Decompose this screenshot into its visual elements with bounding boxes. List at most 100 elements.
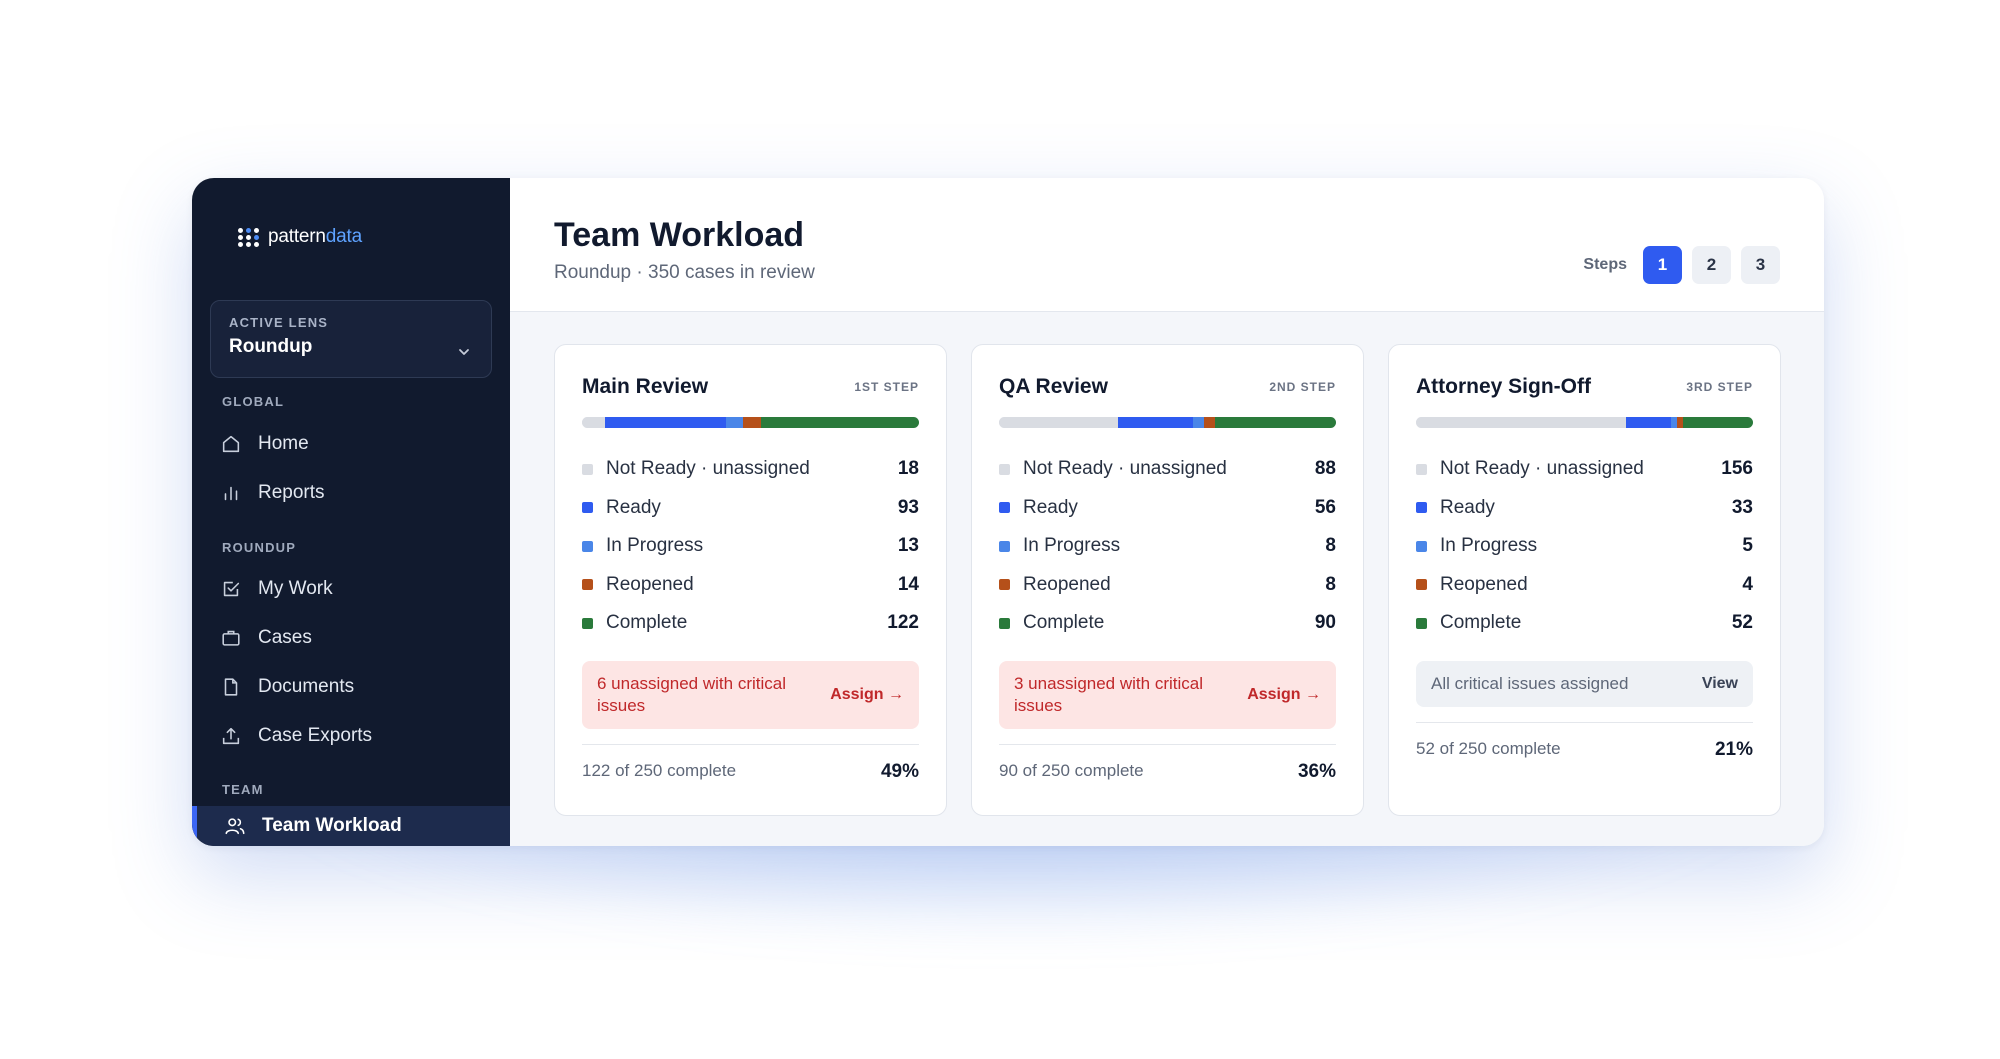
- chevron-down-icon: [459, 349, 469, 355]
- bar-segment-ready: [1117, 417, 1194, 428]
- workload-card-1: Main Review 1ST STEP Not Ready · unassig…: [554, 344, 947, 816]
- status-count: 33: [1731, 496, 1753, 518]
- assign-button[interactable]: Assign →: [1247, 686, 1321, 704]
- status-count: 56: [1314, 496, 1336, 518]
- workload-card-2: QA Review 2ND STEP Not Ready · unassigne…: [971, 344, 1364, 816]
- workload-cards: Main Review 1ST STEP Not Ready · unassig…: [554, 344, 1781, 816]
- card-title: Attorney Sign-Off: [1416, 375, 1591, 398]
- sidebar-item-cases[interactable]: Cases: [220, 618, 312, 658]
- status-label: In Progress: [606, 535, 704, 557]
- status-dot-icon: [582, 502, 593, 514]
- section-label-roundup: ROUNDUP: [222, 540, 297, 555]
- bar-segment-not-ready: [582, 417, 606, 428]
- status-count: 4: [1742, 573, 1753, 595]
- status-row-ready: Ready 56: [999, 489, 1336, 528]
- home-icon: [222, 435, 240, 453]
- sidebar-item-team-workload-inner: Team Workload: [224, 806, 402, 846]
- section-label-global: GLOBAL: [222, 394, 285, 409]
- status-dot-icon: [582, 540, 593, 552]
- sidebar-item-label: Reports: [258, 482, 325, 503]
- status-dot-icon: [999, 617, 1010, 629]
- logo-mark-icon: [238, 227, 260, 247]
- card-footer: 122 of 250 complete 49%: [582, 743, 919, 783]
- sidebar-item-label: My Work: [258, 578, 333, 599]
- briefcase-icon: [222, 630, 240, 646]
- status-count: 8: [1325, 573, 1336, 595]
- card-footer: 52 of 250 complete 21%: [1416, 721, 1753, 761]
- step-1-button[interactable]: 1: [1643, 246, 1682, 284]
- status-row-complete: Complete 52: [1416, 604, 1753, 643]
- critical-issues-alert: 6 unassigned with critical issues Assign …: [582, 660, 919, 729]
- active-lens-selector[interactable]: ACTIVE LENS Roundup: [210, 300, 492, 378]
- active-lens-value: Roundup: [229, 336, 313, 357]
- status-label: Ready: [1023, 496, 1078, 518]
- status-label: In Progress: [1023, 535, 1121, 557]
- status-label: Complete: [1440, 612, 1522, 634]
- sidebar-item-documents[interactable]: Documents: [220, 667, 354, 707]
- view-button[interactable]: View: [1702, 675, 1738, 693]
- bar-segment-ready: [1626, 417, 1671, 428]
- bar-segment-ready: [605, 417, 726, 428]
- status-row-complete: Complete 122: [582, 604, 919, 643]
- status-dot-icon: [582, 617, 593, 629]
- logo[interactable]: patterndata: [238, 226, 362, 248]
- status-label: In Progress: [1440, 535, 1538, 557]
- bar-segment-not-ready: [999, 417, 1118, 428]
- notice-text: All critical issues assigned: [1431, 673, 1629, 693]
- status-row-reopened: Reopened 14: [582, 566, 919, 605]
- sidebar-item-reports[interactable]: Reports: [220, 473, 325, 513]
- status-label: Not Ready · unassigned: [1023, 458, 1227, 480]
- page-title: Team Workload: [554, 216, 805, 254]
- status-label: Complete: [606, 612, 688, 634]
- sidebar-item-my-work[interactable]: My Work: [220, 569, 333, 609]
- status-label: Reopened: [1023, 573, 1111, 595]
- sidebar-item-label: Documents: [258, 676, 355, 697]
- bar-chart-icon: [224, 486, 238, 501]
- card-title: Main Review: [582, 375, 709, 398]
- complete-percent: 21%: [1714, 738, 1753, 760]
- status-count: 18: [897, 458, 919, 480]
- upload-icon: [222, 727, 240, 745]
- page-header: Team Workload Roundup · 350 cases in rev…: [510, 178, 1824, 312]
- complete-count-text: 90 of 250 complete: [999, 760, 1144, 780]
- status-row-reopened: Reopened 4: [1416, 566, 1753, 605]
- sidebar-item-label: Home: [258, 433, 309, 454]
- bar-segment-reopened: [1203, 417, 1215, 428]
- bar-segment-complete: [1682, 417, 1753, 428]
- complete-percent: 49%: [880, 760, 919, 782]
- sidebar-item-home[interactable]: Home: [220, 424, 309, 464]
- bar-segment-reopened: [742, 417, 761, 428]
- status-dot-icon: [582, 579, 593, 591]
- status-dot-icon: [1416, 502, 1427, 514]
- status-dot-icon: [1416, 617, 1427, 629]
- step-3-button[interactable]: 3: [1741, 246, 1780, 284]
- section-label-team: TEAM: [222, 782, 264, 797]
- sidebar-item-label: Team Workload: [262, 815, 402, 836]
- status-count: 90: [1314, 612, 1336, 634]
- status-label: Ready: [1440, 496, 1495, 518]
- sidebar-item-case-exports[interactable]: Case Exports: [220, 716, 372, 756]
- notice-text: 3 unassigned with critical issues: [1014, 673, 1203, 715]
- status-count: 88: [1314, 458, 1336, 480]
- status-row-ready: Ready 33: [1416, 489, 1753, 528]
- complete-count-text: 52 of 250 complete: [1416, 738, 1561, 758]
- status-row-not-ready: Not Ready · unassigned 88: [999, 450, 1336, 489]
- complete-percent: 36%: [1297, 760, 1336, 782]
- status-label: Ready: [606, 496, 661, 518]
- sidebar-item-team-workload[interactable]: Team Workload: [192, 806, 510, 846]
- assign-button[interactable]: Assign →: [830, 686, 904, 704]
- status-row-reopened: Reopened 8: [999, 566, 1336, 605]
- status-count: 8: [1325, 535, 1336, 557]
- bar-segment-complete: [1214, 417, 1336, 428]
- status-label: Not Ready · unassigned: [1440, 458, 1644, 480]
- status-dot-icon: [999, 540, 1010, 552]
- status-dot-icon: [1416, 463, 1427, 475]
- status-row-in-progress: In Progress 8: [999, 527, 1336, 566]
- workload-card-3: Attorney Sign-Off 3RD STEP Not Ready · u…: [1388, 344, 1781, 816]
- notice-text: 6 unassigned with critical issues: [597, 673, 786, 715]
- status-count: 122: [887, 612, 919, 634]
- main-content: Team Workload Roundup · 350 cases in rev…: [510, 178, 1824, 846]
- status-label: Reopened: [606, 573, 694, 595]
- steps-label: Steps: [1583, 256, 1627, 273]
- step-2-button[interactable]: 2: [1692, 246, 1731, 284]
